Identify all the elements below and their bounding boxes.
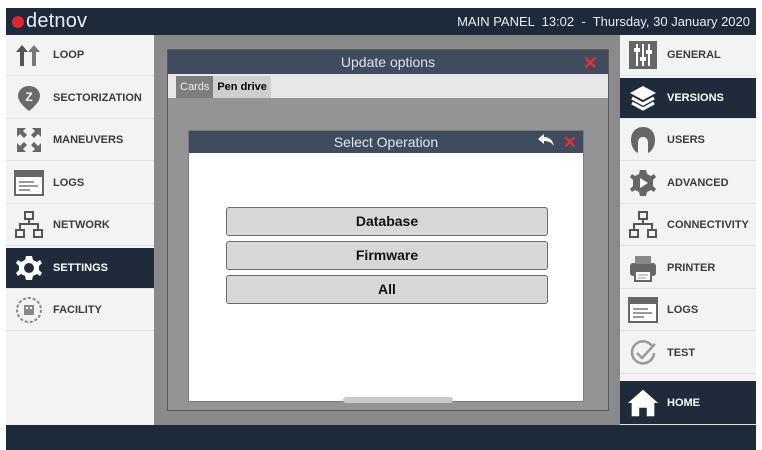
select-operation-title: Select Operation — [333, 134, 439, 150]
modal-overlay: Select Operation ✕ Database Firmware All — [168, 98, 608, 410]
left-nav-item-label: SECTORIZATION — [53, 91, 142, 104]
home-button[interactable]: HOME — [620, 381, 756, 425]
left-nav-item-sectorization[interactable]: Z SECTORIZATION — [6, 78, 154, 119]
status-line: MAIN PANEL 13:02 - Thursday, 30 January … — [457, 14, 750, 29]
log-window-icon — [626, 295, 660, 325]
top-bar: detnov MAIN PANEL 13:02 - Thursday, 30 J… — [6, 8, 756, 35]
right-nav-item-general[interactable]: GENERAL — [620, 35, 756, 76]
bottom-bar — [6, 425, 756, 450]
close-icon[interactable]: ✕ — [563, 132, 577, 154]
left-nav-item-facility[interactable]: FACILITY — [6, 290, 154, 331]
right-nav-item-label: CONNECTIVITY — [667, 219, 749, 231]
right-nav-item-logs[interactable]: LOGS — [620, 290, 756, 331]
right-nav-item-test[interactable]: TEST — [620, 333, 756, 374]
right-nav-item-connectivity[interactable]: CONNECTIVITY — [620, 205, 756, 246]
sector-pin-icon: Z — [12, 83, 46, 113]
check-circle-icon — [626, 338, 660, 368]
sliders-icon — [626, 40, 660, 70]
right-nav-item-users[interactable]: USERS — [620, 120, 756, 161]
advanced-gear-icon — [626, 168, 660, 198]
right-nav: GENERAL VERSIONS USERS ADVANCED CONNECTIVITY… — [620, 35, 756, 425]
firmware-button[interactable]: Firmware — [226, 241, 548, 270]
home-label: HOME — [667, 396, 700, 409]
right-nav-item-printer[interactable]: PRINTER — [620, 248, 756, 289]
tab-pen-drive[interactable]: Pen drive — [213, 76, 271, 98]
logo-dot-icon — [12, 15, 24, 28]
left-nav-item-label: LOOP — [53, 49, 85, 61]
logo: detnov — [12, 10, 87, 33]
left-nav-item-logs[interactable]: LOGS — [6, 163, 154, 204]
expand-arrows-icon — [12, 125, 46, 155]
left-nav-item-label: FACILITY — [53, 304, 102, 316]
left-nav-item-loop[interactable]: LOOP — [6, 35, 154, 76]
close-icon[interactable]: ✕ — [583, 51, 598, 75]
left-nav-item-settings[interactable]: SETTINGS — [6, 247, 154, 289]
right-nav-item-label: USERS — [667, 134, 705, 146]
left-nav-item-label: LOGS — [53, 176, 85, 189]
main-area: LOOP Z SECTORIZATION MANEUVERS LOGS NETWORK SE… — [6, 35, 756, 425]
update-options-title: Update options — [340, 54, 436, 70]
database-button[interactable]: Database — [226, 207, 548, 236]
right-nav-item-label: GENERAL — [667, 49, 721, 61]
log-window-icon — [12, 168, 46, 198]
right-nav-item-label: VERSIONS — [667, 91, 724, 104]
logo-text: detnov — [26, 10, 88, 32]
back-arrow-icon[interactable] — [537, 132, 555, 154]
select-operation-title-bar: Select Operation ✕ — [189, 131, 583, 153]
tab-cards[interactable]: Cards — [176, 76, 214, 98]
right-nav-item-label: LOGS — [667, 304, 699, 316]
update-tabs: Cards Pen drive — [176, 76, 271, 98]
right-nav-item-label: PRINTER — [667, 261, 716, 274]
home-icon — [626, 388, 660, 418]
svg-text:Z: Z — [25, 90, 32, 104]
right-nav-item-versions[interactable]: VERSIONS — [620, 77, 756, 119]
right-nav-item-advanced[interactable]: ADVANCED — [620, 163, 756, 204]
gear-icon — [12, 253, 46, 283]
center-panel: Update options ✕ Cards Pen drive Select … — [154, 35, 620, 425]
network-icon — [12, 210, 46, 240]
loop-arrows-icon — [12, 40, 46, 70]
left-nav-item-label: MANEUVERS — [53, 134, 124, 146]
right-nav-item-label: ADVANCED — [667, 176, 729, 189]
right-nav-item-label: TEST — [667, 346, 696, 359]
user-icon — [626, 125, 660, 155]
left-nav-item-network[interactable]: NETWORK — [6, 205, 154, 246]
left-nav: LOOP Z SECTORIZATION MANEUVERS LOGS NETWORK SE… — [6, 35, 154, 425]
left-nav-item-maneuvers[interactable]: MANEUVERS — [6, 120, 154, 161]
building-icon — [12, 295, 46, 325]
update-options-dialog: Update options ✕ Cards Pen drive Select … — [167, 49, 609, 411]
layers-icon — [626, 83, 660, 113]
left-nav-item-label: NETWORK — [53, 219, 110, 231]
select-operation-dialog: Select Operation ✕ Database Firmware All — [188, 130, 584, 402]
scrollbar[interactable] — [343, 397, 453, 403]
connectivity-icon — [626, 210, 660, 240]
left-nav-item-label: SETTINGS — [53, 261, 109, 274]
printer-icon — [626, 253, 660, 283]
all-button[interactable]: All — [226, 275, 548, 304]
update-options-title-bar: Update options ✕ — [168, 50, 608, 74]
